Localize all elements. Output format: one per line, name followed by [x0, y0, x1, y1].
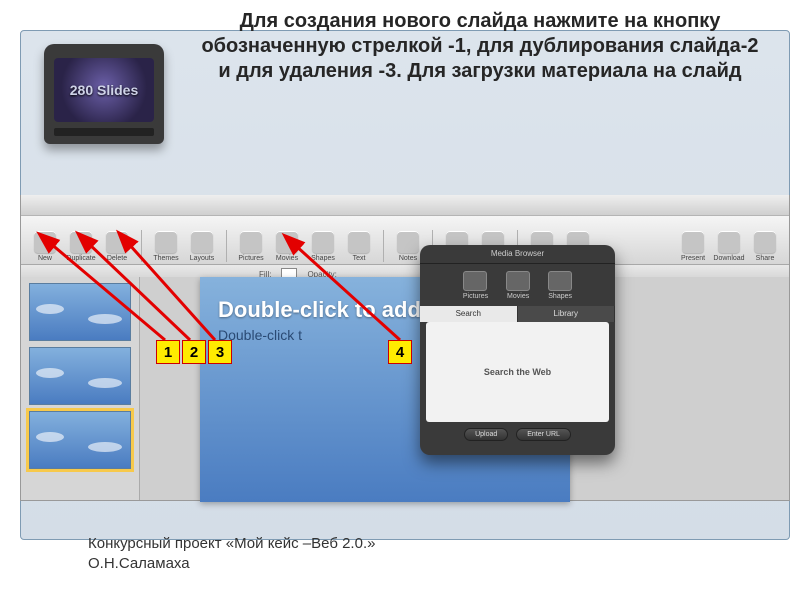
share-button[interactable]: Share	[747, 224, 783, 262]
slide-thumbnail[interactable]	[29, 283, 131, 341]
tab-search[interactable]: Search	[420, 306, 518, 322]
footer: Конкурсный проект «Мой кейс –Веб 2.0.» О…	[88, 534, 375, 575]
shapes-icon	[548, 271, 572, 291]
browser-tabbar	[21, 195, 789, 216]
search-hint: Search the Web	[484, 367, 551, 377]
shapes-icon	[312, 231, 334, 253]
callout-3: 3	[208, 340, 232, 364]
download-icon	[718, 231, 740, 253]
app-toolbar: New Duplicate Delete Themes Layouts Pict…	[21, 216, 789, 265]
themes-icon	[155, 231, 177, 253]
layouts-icon	[191, 231, 213, 253]
upload-button[interactable]: Upload	[464, 428, 508, 441]
movies-icon	[506, 271, 530, 291]
callout-2: 2	[182, 340, 206, 364]
pictures-icon	[463, 271, 487, 291]
media-browser-title: Media Browser	[420, 245, 615, 264]
footer-line-1: Конкурсный проект «Мой кейс –Веб 2.0.»	[88, 534, 375, 554]
pictures-icon	[240, 231, 262, 253]
callout-1: 1	[156, 340, 180, 364]
workspace: Double-click to add Double-click t	[21, 277, 789, 500]
media-browser-categories: Pictures Movies Shapes	[420, 264, 615, 306]
pictures-button[interactable]: Pictures	[233, 224, 269, 262]
duplicate-icon	[70, 231, 92, 253]
app-logo: 280 Slides	[34, 44, 174, 164]
slide-thumbnail[interactable]	[29, 411, 131, 469]
callout-4: 4	[388, 340, 412, 364]
download-button[interactable]: Download	[711, 224, 747, 262]
brand-name: 280 Slides	[70, 82, 139, 98]
new-button[interactable]: New	[27, 224, 63, 262]
movies-icon	[276, 231, 298, 253]
media-movies-tab[interactable]: Movies	[506, 271, 530, 300]
plus-icon	[34, 231, 56, 253]
text-button[interactable]: Text	[341, 224, 377, 262]
duplicate-button[interactable]: Duplicate	[63, 224, 99, 262]
media-browser[interactable]: Media Browser Pictures Movies Shapes Sea…	[420, 245, 615, 455]
slide-thumbnail[interactable]	[29, 347, 131, 405]
media-browser-tabs: Search Library	[420, 306, 615, 322]
themes-button[interactable]: Themes	[148, 224, 184, 262]
play-icon	[682, 231, 704, 253]
tutorial-slide: Для создания нового слайда нажмите на кн…	[0, 0, 800, 600]
share-icon	[754, 231, 776, 253]
layouts-button[interactable]: Layouts	[184, 224, 220, 262]
instruction-text: Для создания нового слайда нажмите на кн…	[200, 9, 760, 84]
projector-screen-icon: 280 Slides	[44, 44, 164, 144]
notes-icon	[397, 231, 419, 253]
text-icon	[348, 231, 370, 253]
movies-button[interactable]: Movies	[269, 224, 305, 262]
media-pictures-tab[interactable]: Pictures	[463, 271, 488, 300]
footer-line-2: О.Н.Саламаха	[88, 554, 375, 574]
media-browser-body: Search the Web	[426, 322, 609, 422]
enter-url-button[interactable]: Enter URL	[516, 428, 571, 441]
media-shapes-tab[interactable]: Shapes	[548, 271, 572, 300]
media-browser-footer: Upload Enter URL	[420, 428, 615, 441]
tab-library[interactable]: Library	[518, 306, 616, 322]
shapes-button[interactable]: Shapes	[305, 224, 341, 262]
delete-button[interactable]: Delete	[99, 224, 135, 262]
slide-panel	[21, 277, 140, 500]
trash-icon	[106, 231, 128, 253]
present-button[interactable]: Present	[675, 224, 711, 262]
